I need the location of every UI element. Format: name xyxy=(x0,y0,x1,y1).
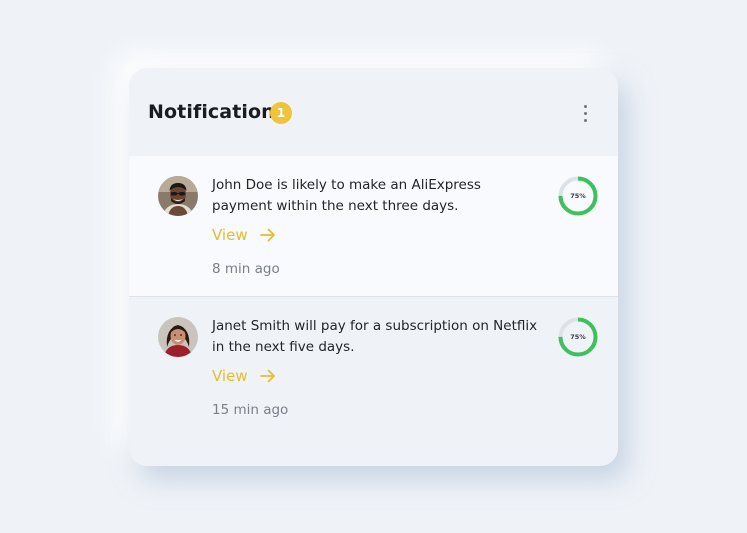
notification-item[interactable]: John Doe is likely to make an AliExpress… xyxy=(129,156,618,297)
progress-label: 75% xyxy=(570,192,586,200)
arrow-right-icon xyxy=(259,228,276,242)
card-header: Notifications 1 xyxy=(129,68,618,156)
notification-time: 8 min ago xyxy=(212,261,280,277)
view-link[interactable]: View xyxy=(212,226,276,244)
view-link-label: View xyxy=(212,226,248,244)
view-link[interactable]: View xyxy=(212,367,276,385)
progress-label: 75% xyxy=(570,333,586,341)
menu-dot xyxy=(584,105,587,108)
probability-ring: 75% xyxy=(558,317,598,357)
page-background: Notifications 1 John Doe is likely to ma… xyxy=(0,0,747,533)
notification-message: John Doe is likely to make an AliExpress… xyxy=(212,177,481,214)
notification-message: Janet Smith will pay for a subscription … xyxy=(212,318,538,355)
probability-ring: 75% xyxy=(558,176,598,216)
arrow-right-icon xyxy=(259,369,276,383)
avatar-john-doe xyxy=(158,176,198,216)
view-link-label: View xyxy=(212,367,248,385)
menu-dot xyxy=(584,119,587,122)
avatar-janet-smith xyxy=(158,317,198,357)
more-vertical-icon[interactable] xyxy=(579,102,591,124)
notifications-card: Notifications 1 John Doe is likely to ma… xyxy=(129,68,618,466)
menu-dot xyxy=(584,112,587,115)
notification-count-badge: 1 xyxy=(270,102,292,124)
notification-item[interactable]: Janet Smith will pay for a subscription … xyxy=(129,297,618,437)
notification-time: 15 min ago xyxy=(212,402,289,418)
card-title: Notifications xyxy=(148,101,287,123)
